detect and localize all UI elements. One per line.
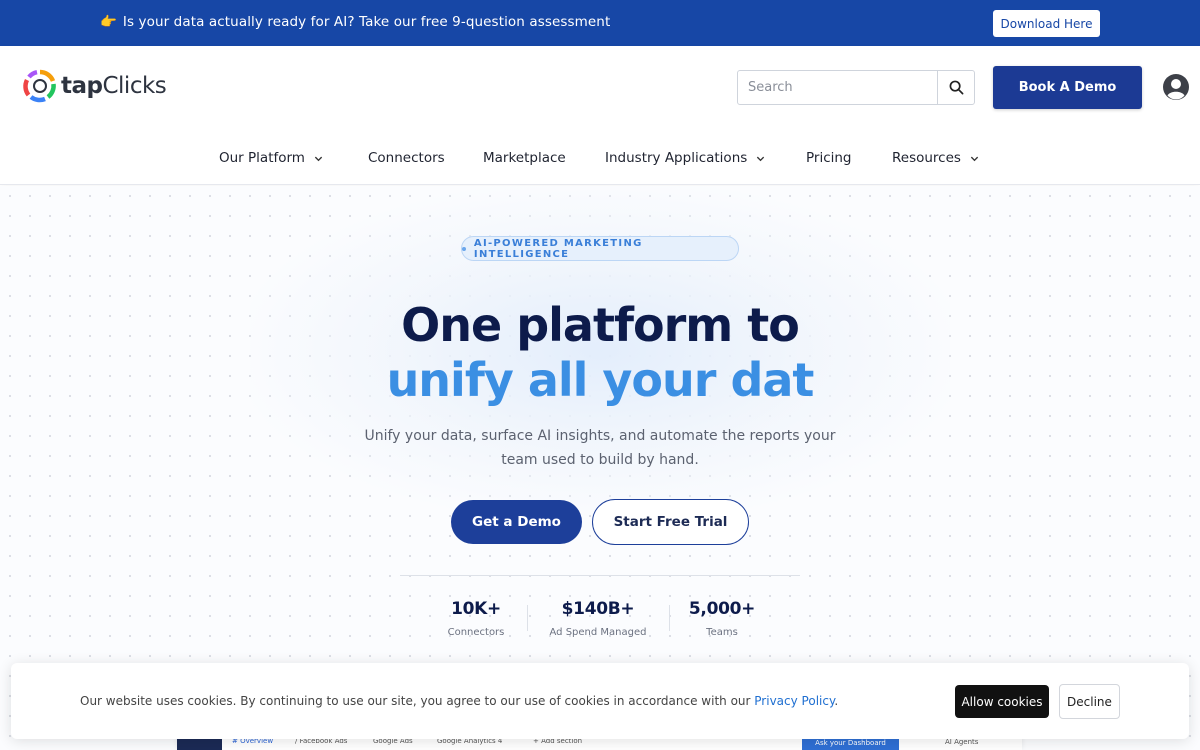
nav-item-pricing[interactable]: Pricing — [806, 150, 852, 166]
logo-icon — [23, 69, 56, 103]
announcement-bar: 👉 Is your data actually ready for AI? Tak… — [0, 0, 1200, 46]
announcement-message: Is your data actually ready for AI? Take… — [122, 14, 611, 30]
stat-label: Connectors — [447, 627, 505, 638]
privacy-policy-link[interactable]: Privacy Policy — [754, 694, 834, 708]
ai-agents-label: AI Agents — [945, 738, 979, 746]
search-icon — [949, 80, 963, 95]
search-box — [737, 70, 975, 105]
hero-headline-line1: One platform to — [401, 298, 800, 352]
logo-text-suffix: Clicks — [102, 73, 167, 99]
stat-divider — [669, 605, 670, 631]
start-free-trial-button[interactable]: Start Free Trial — [592, 499, 749, 545]
nav-item-connectors[interactable]: Connectors — [368, 150, 445, 166]
hero-subheadline: Unify your data, surface AI insights, an… — [364, 428, 836, 468]
site-header: tapClicks Book A Demo Our Platform Conne… — [0, 46, 1200, 185]
hero-badge: AI-POWERED MARKETING INTELLIGENCE — [461, 236, 739, 261]
stat-label: Teams — [706, 627, 738, 638]
badge-dot-icon — [462, 246, 466, 251]
main-nav: Our Platform Connectors Marketplace Indu… — [0, 146, 1200, 174]
cookie-banner: Our website uses cookies. By continuing … — [11, 663, 1189, 739]
nav-item-industry-applications[interactable]: Industry Applications — [605, 150, 765, 166]
nav-item-label: Industry Applications — [605, 150, 748, 166]
stat-teams: 5,000+ Teams — [682, 599, 762, 638]
nav-item-label: Resources — [892, 150, 961, 166]
hero-badge-label: AI-POWERED MARKETING INTELLIGENCE — [473, 237, 643, 260]
divider — [400, 575, 800, 576]
cookie-message-text: Our website uses cookies. By continuing … — [80, 694, 751, 708]
nav-item-our-platform[interactable]: Our Platform — [219, 150, 323, 166]
stat-ad-spend: $140B+ Ad Spend Managed — [543, 599, 653, 638]
stat-value: $140B+ — [561, 599, 635, 619]
nav-item-marketplace[interactable]: Marketplace — [483, 150, 566, 166]
chevron-down-icon — [757, 156, 765, 161]
nav-item-resources[interactable]: Resources — [892, 150, 979, 166]
hero-headline-line2: unify all your dat — [386, 353, 815, 407]
nav-item-label: Connectors — [368, 150, 445, 166]
chevron-down-icon — [314, 156, 323, 161]
stat-value: 5,000+ — [688, 599, 756, 619]
logo-text-prefix: tap — [61, 73, 103, 99]
get-demo-button[interactable]: Get a Demo — [451, 500, 582, 544]
book-demo-button[interactable]: Book A Demo — [993, 66, 1142, 109]
stat-divider — [527, 605, 528, 631]
decline-cookies-button[interactable]: Decline — [1059, 684, 1120, 719]
logo-text: tapClicks — [61, 73, 167, 99]
allow-cookies-button[interactable]: Allow cookies — [955, 685, 1049, 718]
stat-value: 10K+ — [451, 599, 501, 619]
nav-item-label: Our Platform — [219, 150, 305, 166]
nav-item-label: Pricing — [806, 150, 852, 166]
account-icon[interactable] — [1162, 73, 1190, 101]
announcement-text: 👉 Is your data actually ready for AI? Tak… — [100, 14, 610, 30]
stat-connectors: 10K+ Connectors — [436, 599, 516, 638]
search-button[interactable] — [937, 71, 974, 104]
cookie-period: . — [834, 694, 839, 708]
download-button[interactable]: Download Here — [993, 10, 1100, 37]
logo[interactable]: tapClicks — [22, 68, 167, 104]
chevron-down-icon — [970, 156, 979, 161]
cookie-message: Our website uses cookies. By continuing … — [80, 694, 838, 708]
nav-item-label: Marketplace — [483, 150, 566, 166]
stat-label: Ad Spend Managed — [549, 627, 647, 638]
search-input[interactable] — [738, 71, 937, 104]
pointing-hand-icon: 👉 — [100, 14, 117, 30]
